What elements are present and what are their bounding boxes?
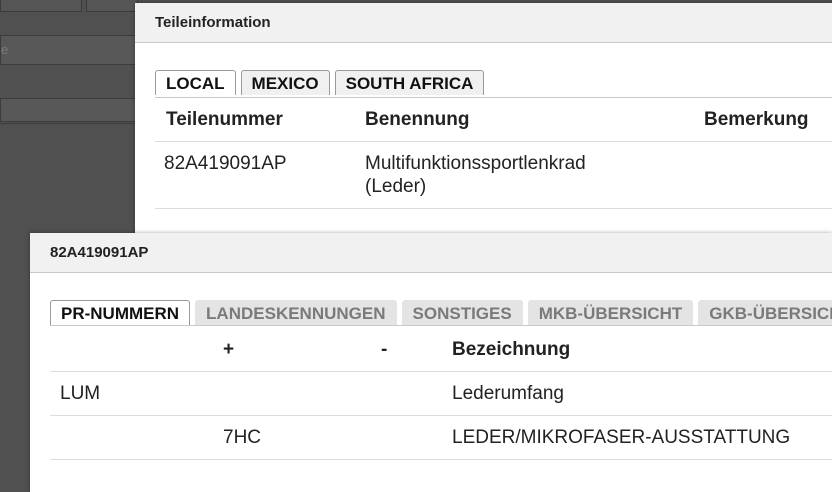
tab-landeskennungen[interactable]: LANDESKENNUNGEN <box>195 300 397 325</box>
table-row-divider <box>50 415 832 416</box>
background-divider <box>0 123 140 124</box>
bezeichnung-cell: Lederumfang <box>452 383 564 404</box>
tab-sonstiges[interactable]: SONSTIGES <box>401 300 523 325</box>
background-toolbar-cell <box>0 0 82 12</box>
background-field-text: e <box>1 42 9 57</box>
background-input-field: e <box>0 35 142 65</box>
column-header-plus: + <box>223 339 235 360</box>
tab-south-africa[interactable]: SOUTH AFRICA <box>334 70 485 95</box>
bezeichnung-cell: LEDER/MIKROFASER-AUSSTATTUNG <box>452 427 791 448</box>
background-toolbar-cell <box>86 0 138 12</box>
table-row-divider <box>50 459 832 460</box>
background-input-field <box>0 98 142 122</box>
column-header-minus: - <box>381 339 388 360</box>
teilenummer-cell: 82A419091AP <box>164 153 287 174</box>
table-header-divider <box>50 371 832 372</box>
dialog-title-bar[interactable]: 82A419091AP <box>30 233 832 273</box>
market-tabs: LOCAL MEXICO SOUTH AFRICA <box>155 70 485 95</box>
tab-local[interactable]: LOCAL <box>155 70 236 95</box>
benennung-cell-line2: (Leder) <box>365 176 427 197</box>
tab-mexico[interactable]: MEXICO <box>240 70 330 95</box>
plus-cell: 7HC <box>223 427 262 448</box>
tab-gkb-uebersicht[interactable]: GKB-ÜBERSICHT <box>698 300 832 325</box>
code-cell: LUM <box>60 383 101 404</box>
teileinformation-dialog: Teileinformation LOCAL MEXICO SOUTH AFRI… <box>135 3 832 243</box>
column-header-bezeichnung: Bezeichnung <box>452 339 571 360</box>
table-header-divider <box>155 141 832 142</box>
tab-divider <box>50 325 832 326</box>
table-row-divider <box>155 208 832 209</box>
dialog-title: 82A419091AP <box>50 244 149 261</box>
tab-divider <box>155 97 832 98</box>
part-detail-dialog: 82A419091AP PR-NUMMERN LANDESKENNUNGEN S… <box>30 233 832 492</box>
dialog-title: Teileinformation <box>155 14 271 31</box>
tab-pr-nummern[interactable]: PR-NUMMERN <box>50 300 191 325</box>
tab-mkb-uebersicht[interactable]: MKB-ÜBERSICHT <box>527 300 694 325</box>
benennung-cell-line1: Multifunktionssportlenkrad <box>365 153 586 174</box>
detail-tabs: PR-NUMMERN LANDESKENNUNGEN SONSTIGES MKB… <box>50 300 832 325</box>
column-header-bemerkung: Bemerkung <box>704 109 809 130</box>
column-header-teilenummer: Teilenummer <box>166 109 283 130</box>
dialog-title-bar[interactable]: Teileinformation <box>135 3 832 43</box>
column-header-benennung: Benennung <box>365 109 470 130</box>
